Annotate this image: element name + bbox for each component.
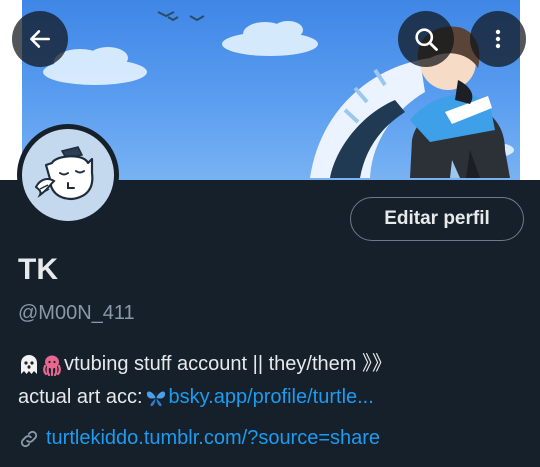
bio-line-2-text: actual art acc: [18, 386, 143, 408]
ghost-emoji [18, 353, 40, 377]
bio-line-1: vtubing stuff account || they/them 》》 [18, 348, 392, 381]
bio-line-2: actual art acc: bsky.app/profile/turtle.… [18, 381, 392, 414]
profile-website: turtlekiddo.tumblr.com/?source=share [18, 427, 380, 450]
profile-bio: vtubing stuff account || they/them 》》 ac… [18, 348, 392, 414]
search-button[interactable] [398, 11, 454, 67]
arrow-left-icon [30, 30, 50, 48]
butterfly-emoji [145, 386, 167, 410]
more-vertical-icon [495, 29, 501, 49]
bio-line-1-text: vtubing stuff account || they/them 》》 [64, 353, 392, 375]
user-handle: @M00N_411 [18, 302, 135, 324]
avatar[interactable] [17, 124, 119, 226]
search-icon [415, 28, 438, 51]
bio-external-link[interactable]: bsky.app/profile/turtle... [169, 381, 374, 414]
link-icon [18, 428, 40, 450]
avatar-doodle [34, 146, 94, 201]
more-options-button[interactable] [470, 11, 526, 67]
avatar-image [22, 129, 114, 221]
website-link[interactable]: turtlekiddo.tumblr.com/?source=share [46, 427, 380, 450]
back-button[interactable] [12, 11, 68, 67]
octopus-emoji [41, 353, 63, 377]
edit-profile-button[interactable]: Editar perfil [350, 197, 524, 241]
display-name: TK [18, 253, 58, 286]
